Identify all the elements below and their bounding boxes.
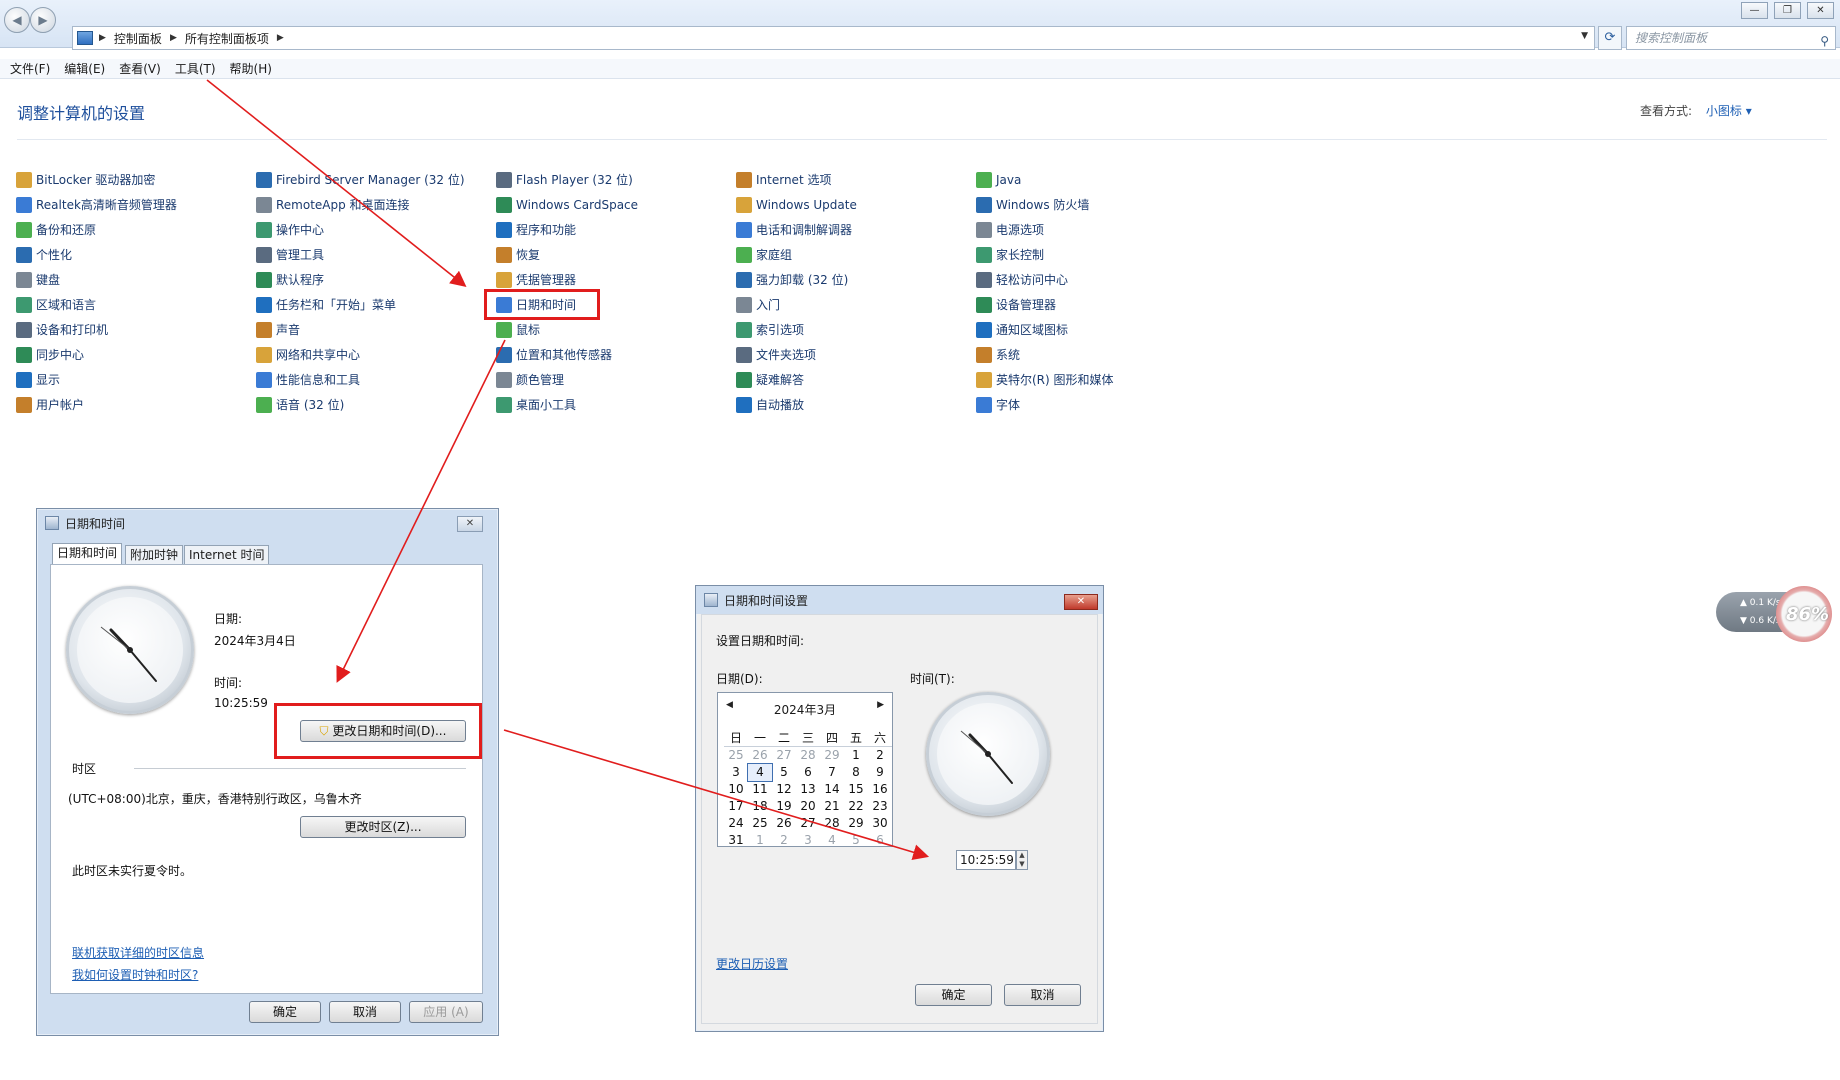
annotation-arrow xyxy=(206,79,467,287)
annotation-arrow xyxy=(503,729,930,861)
annotation-arrows xyxy=(206,79,930,861)
annotation-arrow xyxy=(336,339,506,683)
